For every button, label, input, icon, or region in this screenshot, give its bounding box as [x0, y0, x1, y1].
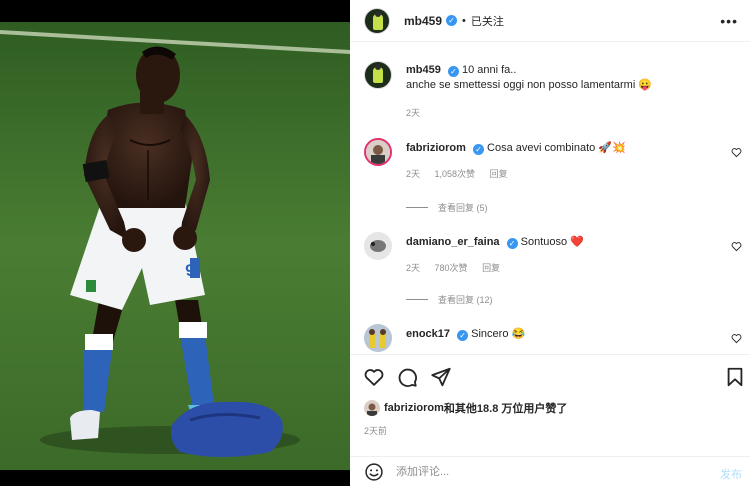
- comment-time: 2天: [406, 169, 421, 179]
- svg-text:9: 9: [185, 262, 196, 280]
- caption-text-line1: 10 anni fa..: [461, 64, 517, 76]
- commenter-username[interactable]: fabriziorom: [406, 142, 466, 154]
- comment-input[interactable]: [396, 463, 696, 481]
- verified-icon: ✓: [472, 144, 484, 155]
- commenter-avatar[interactable]: [364, 324, 392, 352]
- liker-username[interactable]: fabriziorom: [384, 402, 444, 414]
- comment-time: 2天: [406, 263, 421, 273]
- comment-likes[interactable]: 780次赞: [435, 263, 468, 273]
- commenter-avatar[interactable]: [364, 232, 392, 260]
- player-photo-illustration: 9: [0, 22, 350, 470]
- view-replies-button[interactable]: 查看回复 (12): [406, 293, 493, 306]
- commenter-avatar[interactable]: [364, 138, 392, 166]
- share-icon[interactable]: [430, 366, 452, 388]
- author-avatar[interactable]: [364, 7, 390, 34]
- comment-text: Cosa avevi combinato 🚀💥: [487, 142, 626, 154]
- caption-author-avatar[interactable]: [364, 61, 392, 89]
- comments-section: mb459 ✓ 10 anni fa.. anche se smettessi …: [350, 43, 750, 354]
- reply-button[interactable]: 回复: [482, 263, 500, 273]
- comment-likes[interactable]: 1,058次赞: [435, 169, 476, 179]
- post-header: mb459 ✓ • 已关注 •••: [350, 0, 750, 42]
- verified-icon: ✓: [506, 238, 518, 249]
- replies-divider: [406, 207, 428, 208]
- caption-text-line2: anche se smettessi oggi non posso lament…: [406, 79, 653, 91]
- verified-icon: ✓: [457, 330, 469, 341]
- post-comment-button[interactable]: 发布: [720, 466, 742, 482]
- liker-avatar: [364, 400, 380, 416]
- heart-icon[interactable]: [731, 241, 742, 252]
- instagram-post-view: 9 mb459 ✓ • 已关注 ••• mb459 ✓ 10 anni fa..…: [0, 0, 750, 486]
- commenter-username[interactable]: damiano_er_faina: [406, 236, 500, 248]
- emoji-icon[interactable]: [364, 462, 384, 482]
- add-comment-bar: 发布: [350, 456, 750, 486]
- follow-status-button[interactable]: 已关注: [471, 13, 504, 29]
- more-icon[interactable]: •••: [720, 13, 738, 29]
- replies-divider: [406, 299, 428, 300]
- reply-button[interactable]: 回复: [490, 169, 508, 179]
- comment-text: Sontuoso ❤️: [520, 236, 584, 248]
- view-replies-label: 查看回复 (12): [438, 295, 493, 305]
- view-replies-button[interactable]: 查看回复 (5): [406, 201, 488, 214]
- caption-time: 2天: [406, 108, 421, 118]
- comment-icon[interactable]: [396, 366, 418, 388]
- comment-text: Sincero 😂: [471, 328, 526, 340]
- bookmark-icon[interactable]: [724, 366, 746, 388]
- commenter-username[interactable]: enock17: [406, 328, 450, 340]
- separator-dot: •: [462, 14, 466, 27]
- author-username[interactable]: mb459: [404, 14, 442, 28]
- caption-author[interactable]: mb459: [406, 64, 441, 76]
- heart-icon[interactable]: [731, 333, 742, 344]
- heart-icon[interactable]: [363, 366, 385, 388]
- action-bar: [350, 354, 750, 398]
- verified-icon: ✓: [447, 66, 459, 77]
- view-replies-label: 查看回复 (5): [438, 203, 488, 213]
- heart-icon[interactable]: [731, 147, 742, 158]
- post-date: 2天前: [364, 426, 388, 436]
- likes-summary[interactable]: fabriziorom 和其他18.8 万位用户赞了: [364, 400, 567, 416]
- post-side-panel: mb459 ✓ • 已关注 ••• mb459 ✓ 10 anni fa.. a…: [350, 0, 750, 486]
- verified-icon: ✓: [446, 15, 458, 26]
- likes-count-text: 和其他18.8 万位用户赞了: [443, 403, 568, 415]
- post-photo[interactable]: 9: [0, 0, 350, 486]
